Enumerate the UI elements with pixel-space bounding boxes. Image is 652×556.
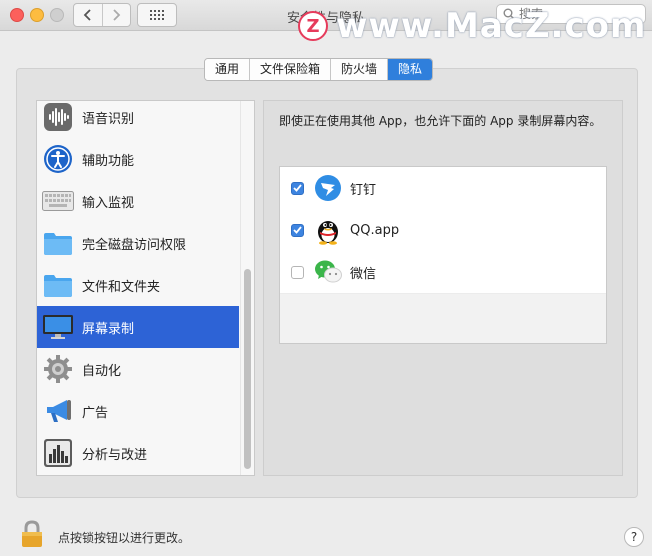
sidebar-item-screen-recording[interactable]: 屏幕录制 [37,306,239,348]
app-row-dingtalk[interactable]: 钉钉 [280,167,606,210]
megaphone-icon [42,395,74,427]
app-checkbox-qq[interactable] [291,223,304,237]
gear-icon [42,353,74,385]
sidebar-item-advertising[interactable]: 广告 [37,390,239,432]
app-row-qq[interactable]: QQ.app [280,209,606,252]
wechat-icon [313,257,343,287]
sidebar-item-accessibility[interactable]: 辅助功能 [37,138,239,180]
privacy-category-list[interactable]: 语音识别 辅助功能 输入监视 完全磁盘访问权限 文件和文件夹 屏幕录制 自动化 … [36,100,255,476]
checkmark-icon [293,226,302,234]
tab-privacy[interactable]: 隐私 [388,59,433,80]
watermark: Z www.MacZ.com [298,6,646,46]
sidebar-item-input-monitoring[interactable]: 输入监视 [37,180,239,222]
sidebar-item-label: 语音识别 [82,111,135,127]
lock-icon [22,520,42,547]
lock-instruction: 点按锁按钮以进行更改。 [58,531,191,545]
app-checkbox-dingtalk[interactable] [291,181,304,195]
sidebar-item-label: 屏幕录制 [82,321,135,337]
dingtalk-icon [313,173,343,203]
sidebar-item-full-disk-access[interactable]: 完全磁盘访问权限 [37,222,239,264]
qq-penguin-icon [313,215,343,245]
app-name: 钉钉 [350,182,377,198]
speech-recognition-icon [42,101,74,133]
app-checkbox-wechat[interactable] [291,265,304,279]
tab-filevault[interactable]: 文件保险箱 [250,59,332,80]
sidebar-item-label: 广告 [82,405,109,421]
app-permission-list[interactable]: 钉钉 QQ.app 微信 [279,166,607,344]
tab-general[interactable]: 通用 [205,59,251,80]
app-name: 微信 [350,266,377,282]
help-button[interactable]: ? [624,527,644,547]
sidebar-scrollbar[interactable] [240,101,254,475]
sidebar-item-files-and-folders[interactable]: 文件和文件夹 [37,264,239,306]
sidebar-item-label: 完全磁盘访问权限 [82,237,187,253]
tab-bar: 通用 文件保险箱 防火墙 隐私 [204,58,434,81]
sidebar-item-automation[interactable]: 自动化 [37,348,239,390]
tab-firewall[interactable]: 防火墙 [331,59,389,80]
sidebar-item-label: 输入监视 [82,195,135,211]
keyboard-icon [42,185,74,217]
sidebar-item-label: 文件和文件夹 [82,279,161,295]
app-row-wechat[interactable]: 微信 [280,251,606,294]
sidebar-item-label: 自动化 [82,363,122,379]
sidebar-item-label: 辅助功能 [82,153,135,169]
bar-chart-icon [42,437,74,469]
checkmark-icon [293,184,302,192]
watermark-logo: Z [298,11,328,41]
sidebar-item-label: 分析与改进 [82,447,148,463]
folder-icon [42,269,74,301]
screen-recording-description: 即使正在使用其他 App，也允许下面的 App 录制屏幕内容。 [279,114,602,128]
folder-icon [42,227,74,259]
app-name: QQ.app [350,222,400,238]
display-icon [42,311,74,343]
sidebar-item-analytics[interactable]: 分析与改进 [37,432,239,474]
sidebar-item-speech-recognition[interactable]: 语音识别 [37,101,239,138]
watermark-text: www.MacZ.com [336,6,647,46]
accessibility-icon [42,143,74,175]
lock-button[interactable] [20,520,44,548]
sidebar-scrollbar-thumb[interactable] [244,269,251,469]
